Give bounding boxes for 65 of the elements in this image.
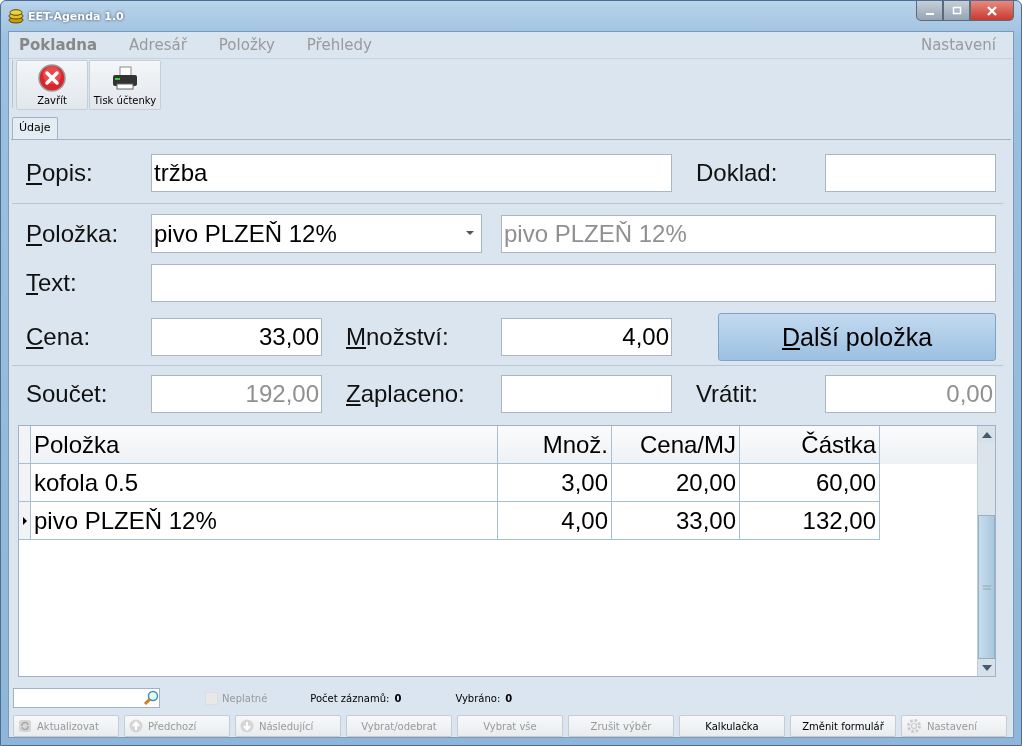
input-field[interactable]: 4,00 bbox=[501, 318, 672, 356]
close-icon bbox=[986, 5, 998, 16]
input-field[interactable] bbox=[151, 264, 996, 302]
checkbox-label: Neplatné bbox=[222, 692, 268, 704]
search-field[interactable] bbox=[13, 688, 160, 708]
column-header[interactable]: Částka bbox=[740, 426, 880, 464]
input-field[interactable]: tržba bbox=[151, 154, 672, 192]
toolbar-button[interactable]: Tisk účtenky bbox=[89, 60, 161, 110]
field-label: Vrátit: bbox=[695, 380, 759, 408]
input-field[interactable] bbox=[501, 375, 672, 413]
field-label: Cena: bbox=[26, 323, 92, 351]
tab[interactable]: Údaje bbox=[12, 117, 58, 139]
action-button[interactable]: Změnit formulář bbox=[790, 715, 896, 737]
minimize-icon bbox=[925, 12, 934, 15]
scrollbar[interactable] bbox=[977, 426, 995, 676]
maximize-button[interactable] bbox=[943, 1, 970, 21]
selected-count-label: Vybráno: bbox=[455, 692, 501, 704]
field-label: Množství: bbox=[345, 323, 450, 351]
down-arrow-icon bbox=[240, 719, 254, 733]
column-header[interactable]: Množ. bbox=[498, 426, 612, 464]
menu-item[interactable]: Adresář bbox=[129, 36, 187, 54]
field-label: Položka: bbox=[26, 219, 120, 248]
close-icon bbox=[38, 64, 66, 92]
window-title: EET-Agenda 1.0 bbox=[28, 9, 124, 23]
coins-icon bbox=[8, 8, 24, 24]
minimize-button[interactable] bbox=[916, 1, 943, 21]
record-count-label: Počet záznamů: bbox=[310, 692, 390, 704]
toolbar-button[interactable]: Zavřít bbox=[16, 60, 88, 110]
field-label: Doklad: bbox=[695, 159, 779, 187]
scroll-thumb[interactable] bbox=[978, 515, 995, 659]
field-label: Popis: bbox=[26, 159, 94, 187]
printer-icon bbox=[111, 66, 139, 92]
table-cell: 33,00 bbox=[612, 502, 740, 540]
menu-item[interactable]: Položky bbox=[218, 36, 275, 54]
header-corner bbox=[19, 426, 31, 464]
settings-icon bbox=[906, 718, 922, 734]
field-label: Text: bbox=[26, 269, 78, 297]
input-field[interactable]: 33,00 bbox=[151, 318, 322, 356]
close-button[interactable] bbox=[970, 1, 1014, 21]
table-cell: kofola 0.5 bbox=[31, 464, 498, 502]
selected-count: 0 bbox=[505, 692, 513, 704]
row-indicator-icon bbox=[22, 516, 27, 525]
table-cell: 4,00 bbox=[498, 502, 612, 540]
maximize-icon bbox=[951, 5, 962, 16]
action-button[interactable]: Kalkulačka bbox=[679, 715, 785, 737]
table-cell: 132,00 bbox=[740, 502, 880, 540]
menu-item[interactable]: Nastavení bbox=[920, 36, 996, 54]
table-cell: 20,00 bbox=[612, 464, 740, 502]
table-cell: 3,00 bbox=[498, 464, 612, 502]
menu-item[interactable]: Přehledy bbox=[306, 36, 372, 54]
dropdown[interactable]: pivo PLZEŇ 12% bbox=[151, 214, 482, 253]
next-item-button[interactable]: Další položka bbox=[718, 313, 996, 361]
table-cell: 60,00 bbox=[740, 464, 880, 502]
up-arrow-icon bbox=[129, 719, 143, 733]
table-cell: pivo PLZEŇ 12% bbox=[31, 502, 498, 540]
input-field[interactable] bbox=[825, 154, 996, 192]
row-header[interactable] bbox=[19, 502, 31, 540]
record-count: 0 bbox=[394, 692, 402, 704]
field-label: Zaplaceno: bbox=[345, 380, 466, 408]
column-header[interactable]: Položka bbox=[31, 426, 498, 464]
field-label: Součet: bbox=[26, 380, 109, 408]
menu-item[interactable]: Pokladna bbox=[19, 36, 98, 54]
refresh-icon bbox=[18, 719, 32, 733]
search-icon bbox=[143, 690, 159, 706]
column-header[interactable]: Cena/MJ bbox=[612, 426, 740, 464]
